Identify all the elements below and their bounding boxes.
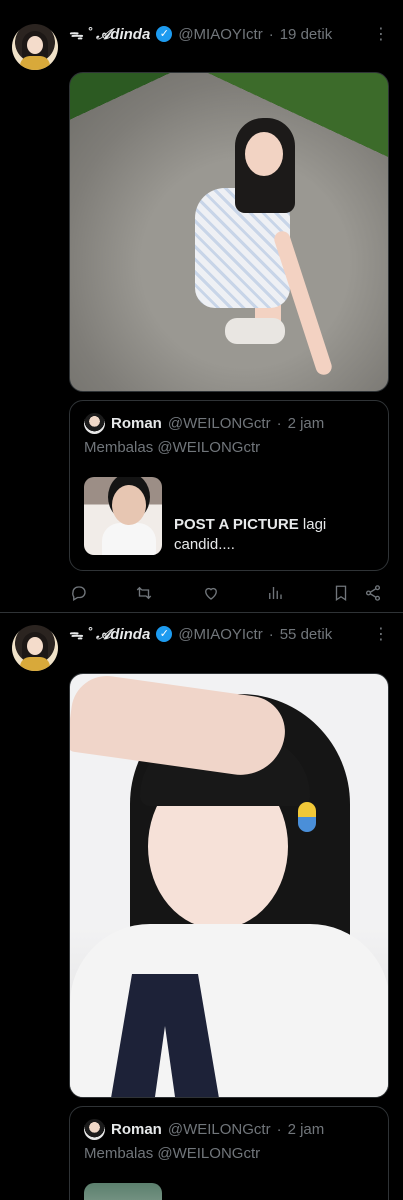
quoted-tweet-header: Roman @WEILONGctr · 2 jam <box>84 413 324 434</box>
quoted-avatar <box>84 413 105 434</box>
verified-badge-icon: ✓ <box>156 26 173 42</box>
author-name[interactable]: ᯓ ˚ 𝒜dinda <box>68 624 150 644</box>
share-icon[interactable] <box>363 582 383 604</box>
replying-to-handle: @WEILONGctr <box>157 439 261 456</box>
like-icon[interactable] <box>201 582 221 604</box>
avatar[interactable] <box>12 24 58 70</box>
replying-to: Membalas @WEILONGctr <box>84 439 260 456</box>
bookmark-icon[interactable] <box>331 582 351 604</box>
views-icon[interactable] <box>265 582 285 604</box>
more-options-icon[interactable]: ⋮ <box>373 24 389 44</box>
tweet-1[interactable]: ᯓ ˚ 𝒜dinda ✓ @MIAOYIctr · 19 detik ⋮ Rom… <box>0 0 403 612</box>
avatar[interactable] <box>12 625 58 671</box>
tweet-header: ᯓ ˚ 𝒜dinda ✓ @MIAOYIctr · 55 detik <box>68 623 332 645</box>
quoted-tweet-header: Roman @WEILONGctr · 2 jam <box>84 1119 324 1140</box>
tweet-image[interactable] <box>69 72 389 392</box>
tweet-timestamp[interactable]: 19 detik <box>280 26 333 43</box>
quoted-timestamp: 2 jam <box>287 415 325 432</box>
more-options-icon[interactable]: ⋮ <box>373 624 389 644</box>
quoted-image <box>84 1183 162 1200</box>
quoted-author-name: Roman <box>111 1121 162 1138</box>
tweet-actions <box>69 582 389 604</box>
separator-dot: · <box>276 1121 282 1138</box>
tweet-header: ᯓ ˚ 𝒜dinda ✓ @MIAOYIctr · 19 detik <box>68 23 332 45</box>
replying-to-label: Membalas <box>84 439 154 456</box>
quoted-image <box>84 477 162 555</box>
author-name[interactable]: ᯓ ˚ 𝒜dinda <box>68 24 150 44</box>
replying-to-label: Membalas <box>84 1145 154 1162</box>
quoted-text-bold: POST A PICTURE <box>174 516 299 533</box>
verified-badge-icon: ✓ <box>156 626 173 642</box>
separator-dot: · <box>268 25 274 43</box>
quoted-text: POST A PICTURE lagi candid.... <box>174 515 374 555</box>
separator-dot: · <box>268 625 274 643</box>
quoted-timestamp: 2 jam <box>287 1121 325 1138</box>
quoted-tweet[interactable]: Roman @WEILONGctr · 2 jam Membalas @WEIL… <box>69 400 389 571</box>
replying-to: Membalas @WEILONGctr <box>84 1145 260 1162</box>
tweet-timestamp[interactable]: 55 detik <box>280 626 333 643</box>
reply-icon[interactable] <box>69 582 89 604</box>
quoted-tweet[interactable]: Roman @WEILONGctr · 2 jam Membalas @WEIL… <box>69 1106 389 1200</box>
quoted-author-name: Roman <box>111 415 162 432</box>
separator-dot: · <box>276 415 282 432</box>
author-handle[interactable]: @MIAOYIctr <box>178 26 262 43</box>
quoted-avatar <box>84 1119 105 1140</box>
replying-to-handle: @WEILONGctr <box>157 1145 261 1162</box>
retweet-icon[interactable] <box>133 582 155 604</box>
tweet-image[interactable] <box>69 673 389 1098</box>
quoted-author-handle: @WEILONGctr <box>167 1121 271 1138</box>
quoted-author-handle: @WEILONGctr <box>167 415 271 432</box>
author-handle[interactable]: @MIAOYIctr <box>178 626 262 643</box>
